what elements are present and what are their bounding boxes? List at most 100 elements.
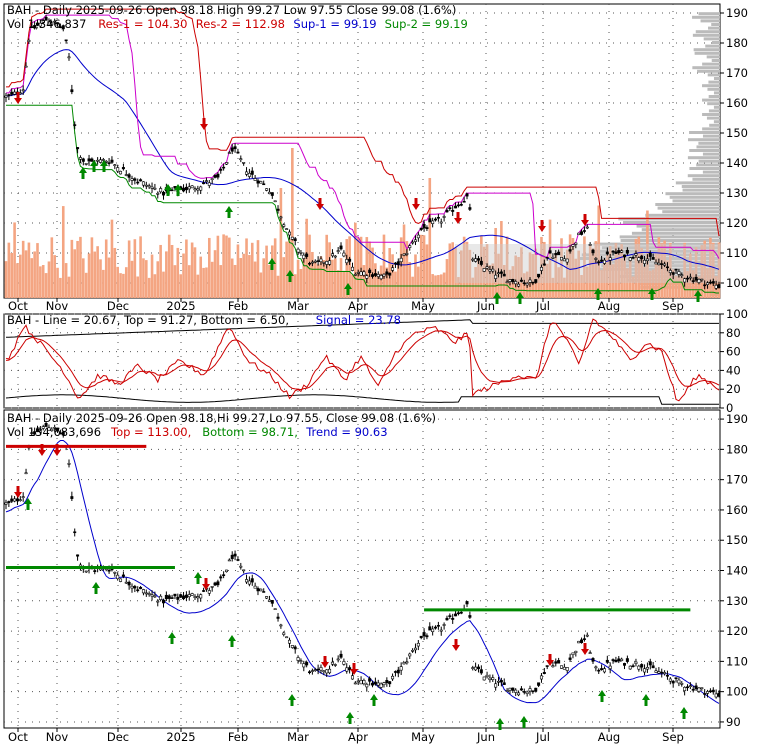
panel3-candle [408,653,412,657]
buy-arrow [164,184,172,196]
bottom-band-line [5,394,719,405]
x-tick-label: Feb [228,299,248,313]
volume-bar [265,245,268,298]
panel1-candle [388,272,392,276]
panel1-candle [110,159,114,163]
volume-bar [208,237,211,298]
panel3-candle [127,581,131,586]
panel3-candle [620,658,624,661]
panel3-candle [514,689,518,693]
panel3-candle [21,496,25,498]
panel1-candle [296,248,300,253]
panel3-candle [574,650,578,653]
panel3-candle [170,597,174,599]
panel3-candle [485,674,489,678]
sell-arrow [321,656,329,668]
panel3-candle [24,472,28,475]
panel3-candle [342,661,346,665]
volume-bar [428,178,432,298]
panel3-candle [625,658,629,662]
volume-profile-bar [709,123,720,127]
panel1-candle [628,257,632,261]
volume-bar [167,234,171,298]
volume-bar [273,238,277,298]
panel3-candle [250,578,254,583]
panel3-candle [159,595,163,600]
panel1-candle [267,191,271,195]
buy-arrow [516,292,524,304]
panel3-candle [196,596,200,599]
panel3-candle [623,663,627,666]
panel1-candle [328,260,332,265]
panel3-candle [657,671,661,674]
panel1-candle [196,188,200,191]
panel1-candle [600,259,604,262]
buy-arrow [174,184,182,196]
panel3-candle [279,624,283,627]
panel3-candle [290,645,294,648]
volume-bar [70,239,74,298]
volume-bar [156,261,160,298]
panel3-candle [663,672,667,675]
volume-bar [113,247,117,298]
panel3-candle [634,661,638,664]
volume-profile-bar [707,87,720,91]
volume-bar [119,273,122,298]
volume-bar [150,254,154,298]
panel3-candle [393,671,397,673]
panel3-candle [651,665,655,669]
panel3-candle [643,668,647,673]
panel3-candle [282,632,286,635]
panel3-candle [219,576,223,579]
volume-bar [311,251,314,298]
volume-bar [365,237,369,298]
panel3-candle [293,646,297,650]
volume-bar [122,273,125,298]
panel3-candle [594,666,598,669]
header-text: BAH - Daily 2025-09-26 Open 98.18,Hi 99.… [7,411,436,425]
panel3-candle [239,565,243,568]
panel1-candle [531,281,535,284]
volume-bar [205,267,208,298]
panel3-candle [585,634,589,637]
panel3-candle [190,593,194,596]
volume-profile-bar [702,170,720,174]
panel3-candle [202,590,206,592]
panel1-candle [202,182,206,185]
header-text: Res-1 = 104.30 [98,17,187,31]
sell-arrow [452,639,460,651]
panel1-candle [316,260,320,262]
volume-bar [253,261,257,298]
panel3-candle [631,665,635,667]
panel1-tick-label: 170 [726,66,748,80]
buy-arrow [680,707,688,719]
oscillator-panel: 100806040200BAH - Line = 20.67, Top = 91… [3,307,748,415]
volume-profile-bar [708,80,720,84]
volume-profile-bar [702,98,720,102]
volume-bar [245,238,248,298]
panel1-candle [514,281,518,285]
panel3-candle [445,617,449,621]
panel3-candle [497,680,501,683]
volume-bar [442,272,446,298]
panel3-candle [551,665,555,668]
panel1-candle [339,245,343,250]
volume-bar [162,271,165,298]
panel3-candle [310,670,314,672]
panel1-candle [542,263,546,266]
x-tick-label: Sep [662,730,684,744]
volume-bar [219,265,223,298]
panel1-candle [136,181,140,184]
panel3-candle [353,682,357,685]
panel3-candle [525,691,529,694]
header-text: BAH - Daily 2025-09-26 Open 98.18 High 9… [7,3,456,17]
panel3-candle [402,662,406,665]
panel1-candle [528,279,532,283]
sell-arrow [412,198,420,210]
panel1-candle [342,252,346,257]
panel3-candle [683,687,687,691]
panel3-candle [688,685,692,687]
volume-bar [216,235,220,298]
volume-profile-bar [662,210,720,214]
volume-profile-bar [689,149,720,152]
